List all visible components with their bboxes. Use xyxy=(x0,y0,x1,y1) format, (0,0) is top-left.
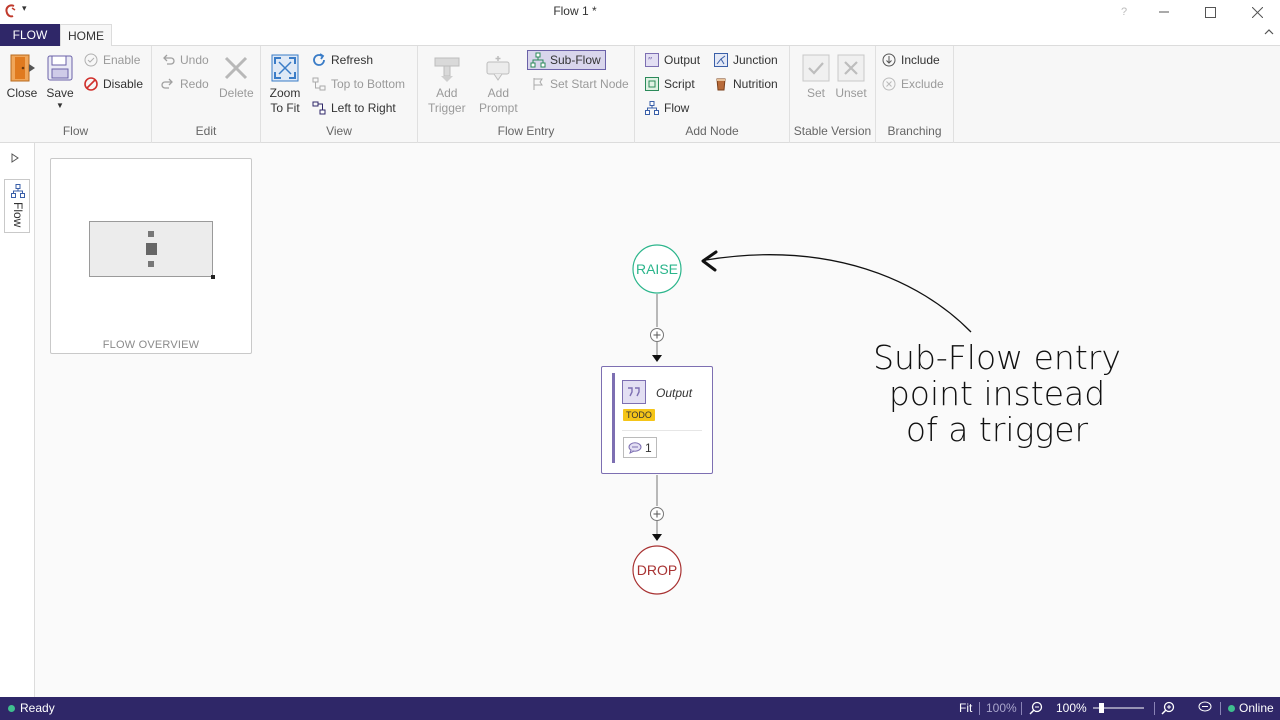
zoom-in-icon xyxy=(1161,701,1175,715)
annotation-note: Sub-Flow entry point instead of a trigge… xyxy=(872,340,1122,448)
add-node-plus-icon[interactable] xyxy=(650,328,664,342)
zoom-level: 100% xyxy=(1056,701,1087,715)
zoom-out-button[interactable] xyxy=(1029,701,1043,715)
status-bar: Ready Fit 100% 100% Online xyxy=(0,697,1280,720)
status-separator xyxy=(1220,702,1221,715)
comments-button[interactable]: 1 xyxy=(623,437,657,458)
connection-status: Online xyxy=(1228,701,1274,715)
zoom-in-button[interactable] xyxy=(1160,701,1175,715)
annotation-line-1: Sub-Flow entry xyxy=(873,338,1121,377)
todo-badge: TODO xyxy=(623,409,655,421)
add-node-plus-icon[interactable] xyxy=(650,507,664,521)
zoom-slider[interactable] xyxy=(1093,702,1145,714)
online-dot-icon xyxy=(1228,704,1235,712)
status-separator xyxy=(979,702,980,715)
end-node-label: DROP xyxy=(637,562,677,578)
annotation-line-3: of a trigger xyxy=(905,410,1089,449)
zoom-out-icon xyxy=(1029,701,1043,715)
comments-toggle-button[interactable] xyxy=(1198,701,1212,713)
zoom-preset-button[interactable]: 100% xyxy=(986,701,1017,715)
output-node[interactable]: Output TODO 1 xyxy=(601,366,713,474)
quote-icon xyxy=(622,380,646,404)
annotation-arrow xyxy=(705,254,972,333)
comment-count: 1 xyxy=(645,440,652,455)
output-node-accent xyxy=(612,373,615,463)
node-divider xyxy=(622,430,702,431)
status-ready: Ready xyxy=(8,701,55,715)
arrow-head-icon xyxy=(652,534,662,541)
annotation-arrowhead-icon xyxy=(701,250,718,272)
status-dot-icon xyxy=(8,704,15,712)
output-node-title: Output xyxy=(656,386,693,400)
start-node-label: RAISE xyxy=(636,261,678,277)
fit-button[interactable]: Fit xyxy=(959,701,972,715)
comment-icon xyxy=(628,441,642,454)
annotation-line-2: point instead xyxy=(888,374,1106,413)
arrow-head-icon xyxy=(652,355,662,362)
status-separator xyxy=(1154,702,1155,715)
chat-icon xyxy=(1198,701,1212,712)
status-separator xyxy=(1021,702,1022,715)
